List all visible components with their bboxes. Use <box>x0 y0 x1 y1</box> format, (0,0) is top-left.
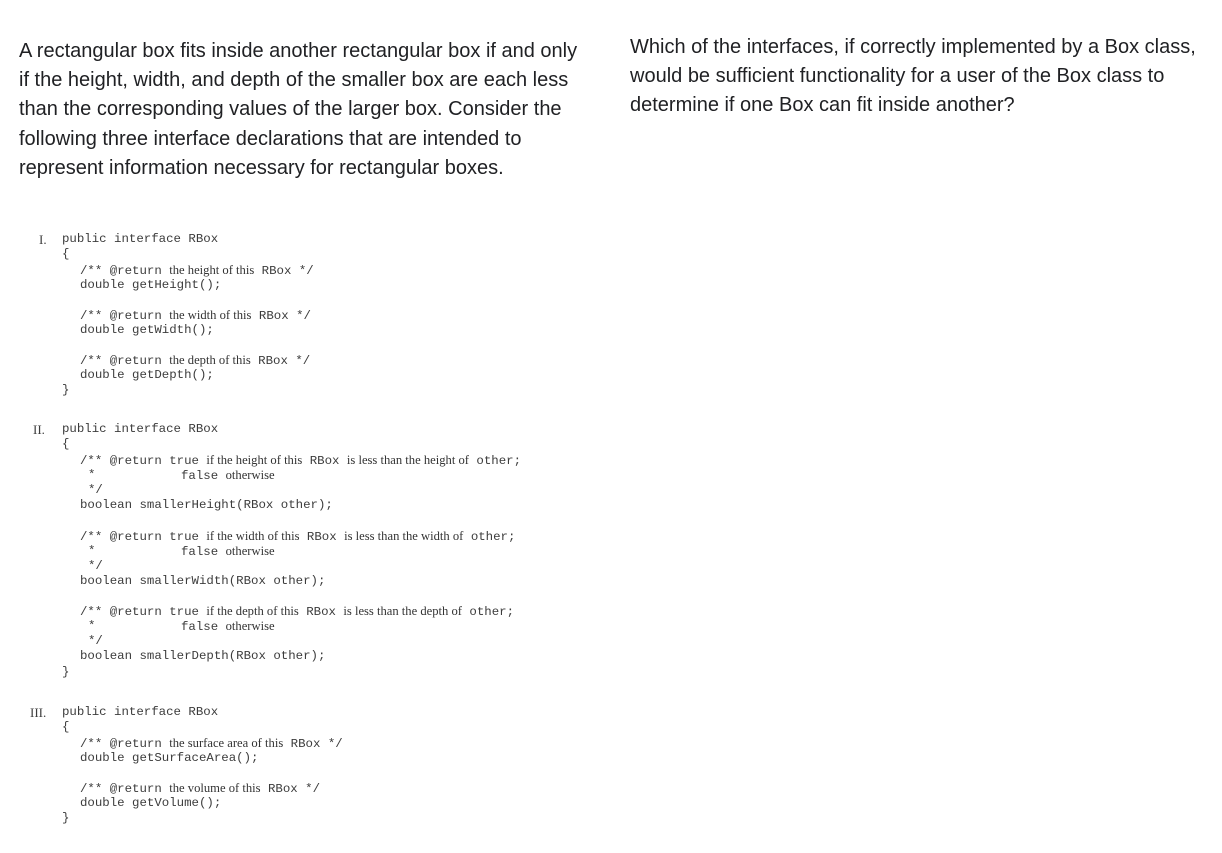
doc-comment: /** @return the volume of this RBox */ <box>80 781 321 796</box>
doc-comment-end: */ <box>88 483 103 497</box>
method-signature: boolean smallerHeight(RBox other); <box>80 498 333 512</box>
question-paragraph: Which of the interfaces, if correctly im… <box>630 36 1196 117</box>
method-signature: double getVolume(); <box>80 796 222 810</box>
doc-comment: /** @return true if the depth of this RB… <box>80 604 515 619</box>
doc-comment-otherwise: false otherwise <box>181 468 275 483</box>
close-brace: } <box>62 811 70 825</box>
question-section: Which of the interfaces, if correctly im… <box>630 33 1200 121</box>
interface-numeral: I. <box>39 232 47 247</box>
doc-comment: /** @return true if the height of this R… <box>80 453 522 468</box>
doc-comment: /** @return the depth of this RBox */ <box>80 353 311 368</box>
interface-numeral: III. <box>30 705 47 720</box>
doc-comment-otherwise: false otherwise <box>181 619 275 634</box>
open-brace: { <box>62 247 70 261</box>
doc-comment: /** @return the surface area of this RBo… <box>80 736 343 751</box>
method-signature: double getWidth(); <box>80 323 214 337</box>
doc-comment-star: * <box>88 468 96 482</box>
open-brace: { <box>62 437 70 451</box>
method-signature: double getSurfaceArea(); <box>80 751 259 765</box>
close-brace: } <box>62 665 70 679</box>
doc-comment-end: */ <box>88 634 103 648</box>
intro-section: A rectangular box fits inside another re… <box>19 37 579 183</box>
interface-numeral: II. <box>33 422 45 437</box>
open-brace: { <box>62 720 70 734</box>
interface-declaration: public interface RBox <box>62 232 219 246</box>
close-brace: } <box>62 383 70 397</box>
method-signature: boolean smallerDepth(RBox other); <box>80 649 326 663</box>
doc-comment: /** @return the width of this RBox */ <box>80 308 311 323</box>
interface-declaration: public interface RBox <box>62 705 219 719</box>
doc-comment-star: * <box>88 619 96 633</box>
doc-comment-star: * <box>88 544 96 558</box>
method-signature: double getDepth(); <box>80 368 214 382</box>
doc-comment-otherwise: false otherwise <box>181 544 275 559</box>
method-signature: double getHeight(); <box>80 278 222 292</box>
interface-declaration: public interface RBox <box>62 422 219 436</box>
doc-comment: /** @return the height of this RBox */ <box>80 263 314 278</box>
intro-paragraph: A rectangular box fits inside another re… <box>19 40 578 179</box>
doc-comment: /** @return true if the width of this RB… <box>80 529 516 544</box>
method-signature: boolean smallerWidth(RBox other); <box>80 574 326 588</box>
doc-comment-end: */ <box>88 559 103 573</box>
